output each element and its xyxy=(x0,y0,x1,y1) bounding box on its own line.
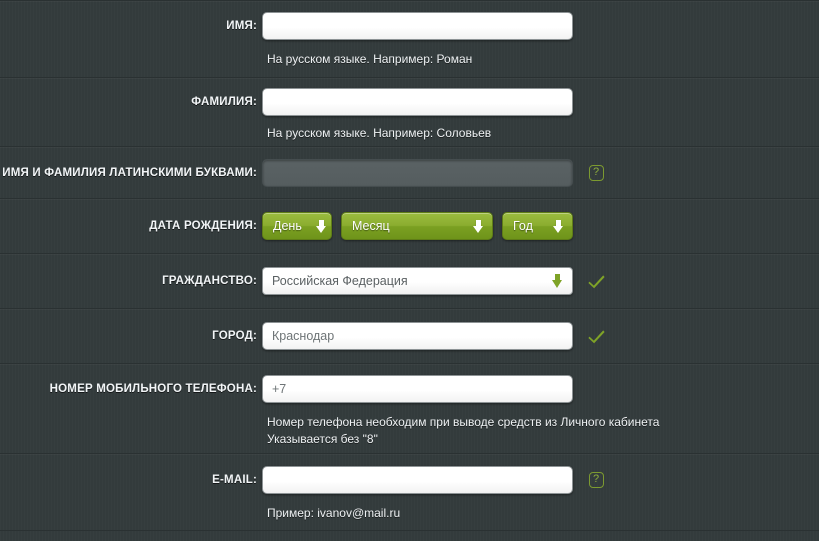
email-input[interactable] xyxy=(262,466,573,494)
last-name-hint: На русском языке. Например: Соловьев xyxy=(267,126,492,140)
registration-form: ИМЯ: На русском языке. Например: Роман Ф… xyxy=(0,0,819,541)
phone-control xyxy=(262,375,819,403)
email-control: ? xyxy=(262,466,819,494)
last-name-control xyxy=(262,88,819,116)
citizenship-select[interactable]: Российская Федерация xyxy=(262,267,573,295)
citizenship-label: ГРАЖДАНСТВО: xyxy=(162,275,257,287)
citizenship-field-line: ГРАЖДАНСТВО: Российская Федерация xyxy=(0,267,819,295)
city-control xyxy=(262,322,819,350)
question-mark-icon[interactable]: ? xyxy=(588,165,604,181)
phone-label: НОМЕР МОБИЛЬНОГО ТЕЛЕФОНА: xyxy=(49,383,257,395)
birth-year-label: Год xyxy=(513,219,533,233)
email-label: E-MAIL: xyxy=(212,474,257,486)
email-field-line: E-MAIL: ? xyxy=(0,466,819,494)
last-name-input[interactable] xyxy=(262,88,573,116)
checkmark-icon xyxy=(587,329,605,343)
phone-input[interactable] xyxy=(262,375,573,403)
latin-name-status-slot: ? xyxy=(579,165,613,181)
form-row-first-name: ИМЯ: На русском языке. Например: Роман xyxy=(0,0,819,78)
latin-name-field-line: ИМЯ И ФАМИЛИЯ ЛАТИНСКИМИ БУКВАМИ: ? xyxy=(0,159,819,187)
birth-month-label: Месяц xyxy=(352,219,390,233)
citizenship-selected-value: Российская Федерация xyxy=(272,274,408,288)
form-row-phone: НОМЕР МОБИЛЬНОГО ТЕЛЕФОНА: Номер телефон… xyxy=(0,364,819,454)
birth-year-dropdown[interactable]: Год xyxy=(502,212,573,240)
first-name-label: ИМЯ: xyxy=(226,20,257,32)
email-hint: Пример: ivanov@mail.ru xyxy=(267,506,401,520)
form-row-citizenship: ГРАЖДАНСТВО: Российская Федерация xyxy=(0,254,819,309)
phone-hint-line-1: Номер телефона необходим при выводе сред… xyxy=(267,415,660,429)
arrow-down-icon xyxy=(315,219,327,233)
form-row-latin-name: ИМЯ И ФАМИЛИЯ ЛАТИНСКИМИ БУКВАМИ: ? xyxy=(0,147,819,199)
birth-day-label: День xyxy=(273,219,302,233)
last-name-label: ФАМИЛИЯ: xyxy=(191,96,257,108)
form-row-last-name: ФАМИЛИЯ: На русском языке. Например: Сол… xyxy=(0,78,819,147)
first-name-hint: На русском языке. Например: Роман xyxy=(267,52,473,66)
birth-date-control: День Месяц Год xyxy=(262,212,819,240)
birth-date-label: ДАТА РОЖДЕНИЯ: xyxy=(149,220,257,232)
form-row-email: E-MAIL: ? Пример: ivanov@mail.ru xyxy=(0,454,819,531)
question-mark-icon[interactable]: ? xyxy=(588,472,604,488)
phone-field-line: НОМЕР МОБИЛЬНОГО ТЕЛЕФОНА: xyxy=(0,375,819,403)
birth-day-dropdown[interactable]: День xyxy=(262,212,332,240)
first-name-control xyxy=(262,12,819,40)
arrow-down-icon xyxy=(473,219,484,233)
latin-name-control: ? xyxy=(262,159,819,187)
arrow-down-icon xyxy=(552,274,563,288)
checkmark-icon xyxy=(587,274,605,288)
latin-name-label: ИМЯ И ФАМИЛИЯ ЛАТИНСКИМИ БУКВАМИ: xyxy=(2,167,257,179)
birth-date-field-line: ДАТА РОЖДЕНИЯ: День Месяц Год xyxy=(0,212,819,240)
form-row-birth-date: ДАТА РОЖДЕНИЯ: День Месяц Год xyxy=(0,199,819,254)
email-status-slot: ? xyxy=(579,472,613,488)
city-label: ГОРОД: xyxy=(212,330,257,342)
form-row-city: ГОРОД: xyxy=(0,309,819,364)
phone-hint-line-2: Указывается без "8" xyxy=(267,432,378,446)
latin-name-input[interactable] xyxy=(262,159,573,187)
city-field-line: ГОРОД: xyxy=(0,322,819,350)
birth-month-dropdown[interactable]: Месяц xyxy=(341,212,493,240)
first-name-input[interactable] xyxy=(262,12,573,40)
first-name-field-line: ИМЯ: xyxy=(0,12,819,40)
arrow-down-icon xyxy=(553,219,564,233)
city-input[interactable] xyxy=(262,322,573,350)
phone-hint: Номер телефона необходим при выводе сред… xyxy=(0,414,819,448)
last-name-field-line: ФАМИЛИЯ: xyxy=(0,88,819,116)
citizenship-status-slot xyxy=(579,274,613,289)
citizenship-control: Российская Федерация xyxy=(262,267,819,295)
city-status-slot xyxy=(579,329,613,344)
